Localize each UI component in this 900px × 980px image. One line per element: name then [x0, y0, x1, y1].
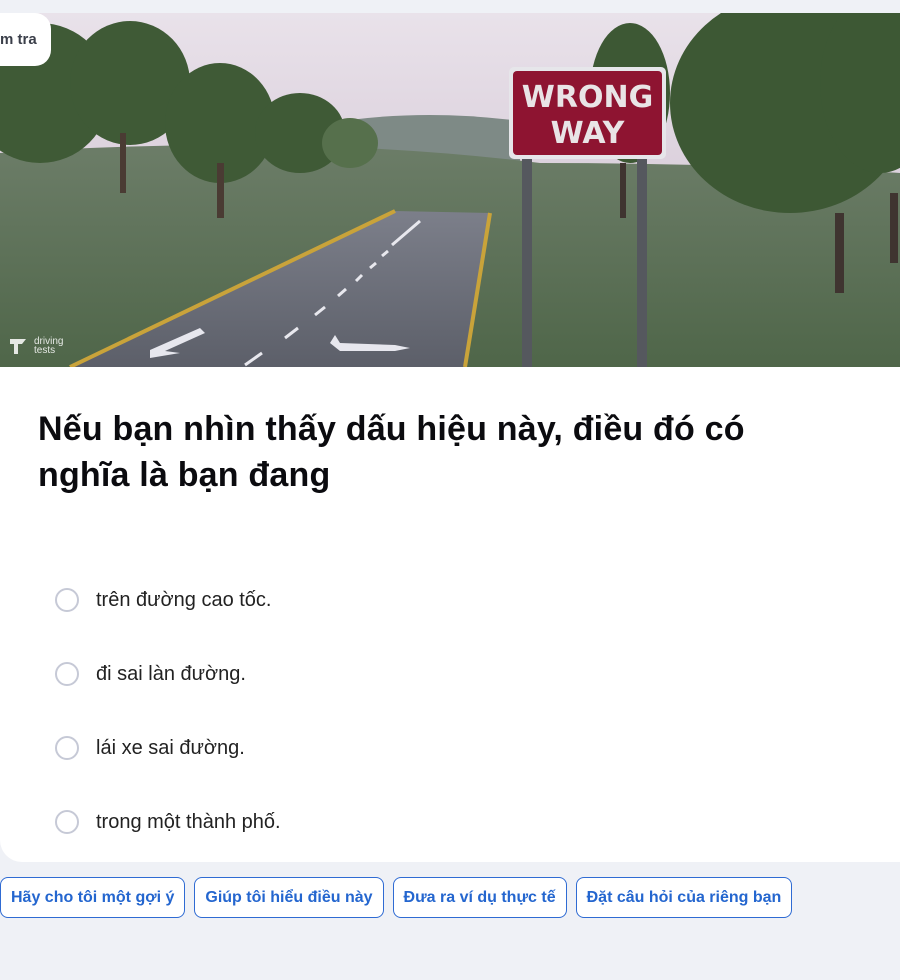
sign-text-line2: WAY [551, 116, 626, 151]
watermark-text: driving tests [34, 336, 64, 356]
answer-option-label: trên đường cao tốc. [96, 588, 272, 611]
answer-option-1[interactable]: trên đường cao tốc. [55, 563, 281, 637]
radio-button[interactable] [55, 810, 79, 834]
answer-options: trên đường cao tốc. đi sai làn đường. lá… [55, 563, 281, 859]
hint-button[interactable]: Hãy cho tôi một gợi ý [0, 877, 186, 918]
answer-option-label: lái xe sai đường. [96, 736, 245, 759]
ai-help-actions: Hãy cho tôi một gợi ý Giúp tôi hiểu điều… [0, 877, 793, 918]
driving-tests-logo-icon [10, 339, 26, 354]
ask-own-question-button[interactable]: Đặt câu hỏi của riêng bạn [575, 877, 793, 918]
real-example-button[interactable]: Đưa ra ví dụ thực tế [392, 877, 567, 918]
question-image: WRONG WAY m tra driving tests [0, 13, 900, 367]
answer-option-2[interactable]: đi sai làn đường. [55, 637, 281, 711]
answer-option-label: trong một thành phố. [96, 810, 281, 833]
answer-option-4[interactable]: trong một thành phố. [55, 785, 281, 859]
answer-option-label: đi sai làn đường. [96, 662, 246, 685]
watermark-logo: driving tests [8, 336, 74, 356]
answer-option-3[interactable]: lái xe sai đường. [55, 711, 281, 785]
explain-button[interactable]: Giúp tôi hiểu điều này [194, 877, 384, 918]
radio-button[interactable] [55, 736, 79, 760]
radio-button[interactable] [55, 662, 79, 686]
section-tag-label: m tra [0, 31, 37, 48]
radio-button[interactable] [55, 588, 79, 612]
section-tag: m tra [0, 13, 51, 66]
question-card: WRONG WAY m tra driving tests Nếu bạn nh… [0, 13, 900, 862]
sign-text-line1: WRONG [522, 80, 653, 115]
question-text: Nếu bạn nhìn thấy dấu hiệu này, điều đó … [38, 410, 745, 494]
road-scene-illustration: WRONG WAY [0, 13, 900, 367]
